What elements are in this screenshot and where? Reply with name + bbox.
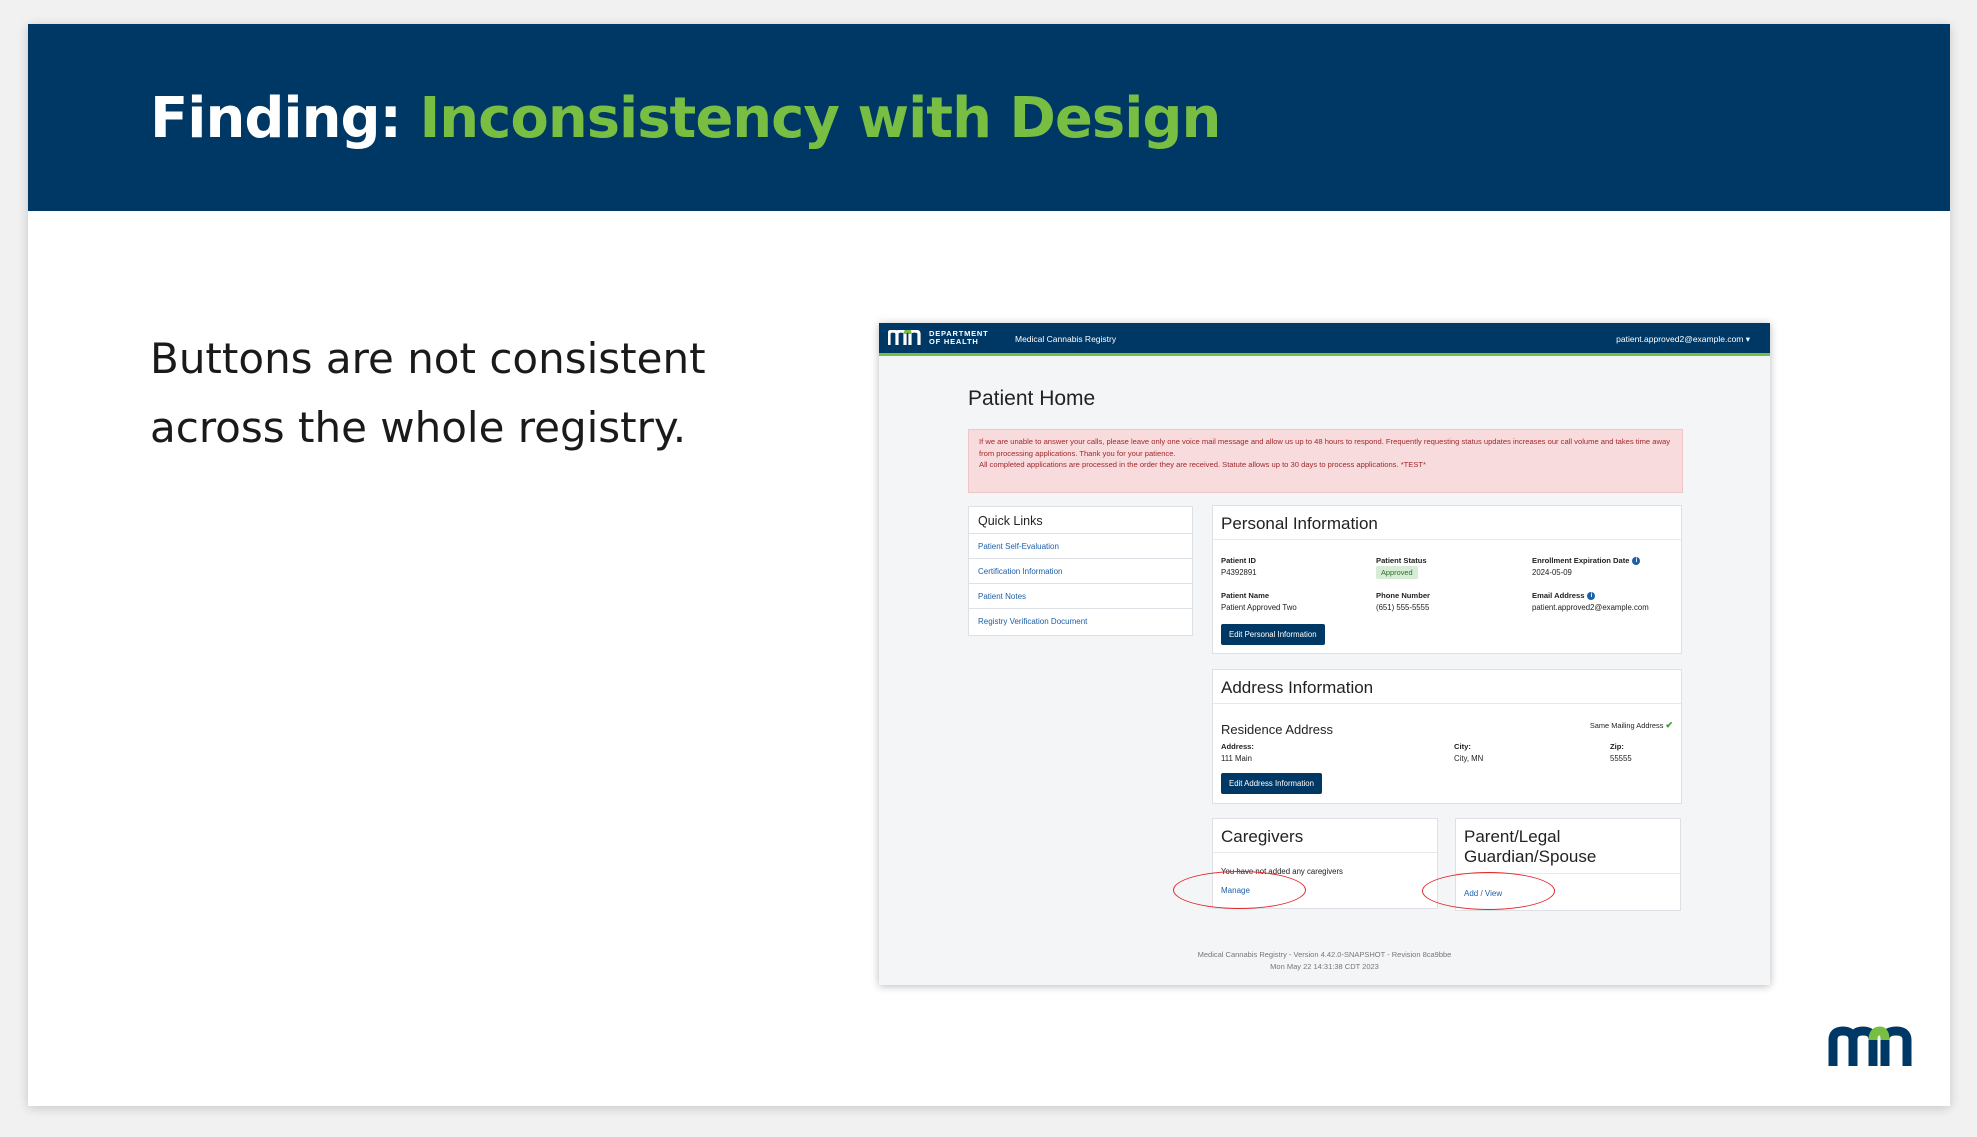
personal-information-title: Personal Information [1221,514,1378,533]
edit-personal-information-button[interactable]: Edit Personal Information [1221,624,1325,645]
alert-line-1: If we are unable to answer your calls, p… [979,437,1670,458]
notice-alert: If we are unable to answer your calls, p… [968,429,1683,493]
card-divider [1213,703,1681,704]
patient-id-label: Patient ID [1221,556,1257,565]
info-icon[interactable]: i [1587,592,1596,600]
quick-link-self-evaluation[interactable]: Patient Self-Evaluation [969,533,1192,559]
quick-link-verification-document[interactable]: Registry Verification Document [969,608,1192,634]
city-value: City, MN [1454,754,1484,763]
phone-number-value: (651) 555-5555 [1376,603,1430,612]
patient-id-value: P4392891 [1221,568,1257,577]
app-name[interactable]: Medical Cannabis Registry [1015,334,1116,344]
user-menu-dropdown[interactable]: patient.approved2@example.com ▾ [1616,334,1750,345]
info-icon[interactable]: i [1632,557,1641,565]
phone-number-label: Phone Number [1376,591,1431,600]
mn-logo-icon[interactable] [888,330,924,346]
card-divider [1213,539,1681,540]
slide-body-text: Buttons are not consistent across the wh… [150,324,710,462]
same-mailing-address: Same Mailing Address ✔ [1589,720,1673,730]
footer-timestamp: Mon May 22 14:31:38 CDT 2023 [1270,962,1379,971]
slide-title-prefix: Finding: [150,86,402,151]
slide-title: Finding: Inconsistency with Design [150,86,1221,151]
annotation-ellipse-manage [1173,871,1306,909]
annotation-ellipse-add-view [1422,872,1555,910]
top-navbar: DEPARTMENT OF HEALTH Medical Cannabis Re… [879,323,1770,356]
address-value: 111 Main [1221,754,1252,763]
caregivers-title: Caregivers [1221,827,1304,846]
slide-title-highlight: Inconsistency with Design [419,86,1221,151]
slide-header: Finding: Inconsistency with Design [28,24,1950,211]
app-footer: Medical Cannabis Registry - Version 4.42… [879,949,1770,973]
mn-logo-icon [1828,1026,1912,1066]
patient-name-label: Patient Name [1221,591,1270,600]
slide: Finding: Inconsistency with Design Butto… [28,24,1950,1106]
expiration-date-value: 2024-05-09 [1532,568,1572,577]
patient-status-label: Patient Status [1376,556,1427,565]
email-address-label: Email Address i [1532,591,1596,600]
guardian-title: Parent/Legal Guardian/Spouse [1464,827,1597,866]
quick-links-card: Quick Links Patient Self-Evaluation Cert… [968,506,1193,636]
card-divider [1213,852,1437,853]
email-address-value: patient.approved2@example.com [1532,603,1649,612]
patient-name-value: Patient Approved Two [1221,603,1297,612]
footer-version: Medical Cannabis Registry - Version 4.42… [1197,950,1452,959]
address-information-title: Address Information [1221,678,1374,697]
quick-links-title: Quick Links [978,514,1043,528]
residence-address-title: Residence Address [1221,722,1334,737]
department-of-health-wordmark: DEPARTMENT OF HEALTH [929,329,989,346]
city-label: City: [1454,742,1471,751]
zip-label: Zip: [1610,742,1624,751]
quick-link-patient-notes[interactable]: Patient Notes [969,583,1192,609]
alert-line-2: All completed applications are processed… [979,460,1427,469]
checkmark-icon: ✔ [1665,720,1673,730]
edit-address-information-button[interactable]: Edit Address Information [1221,773,1322,794]
body-line-1: Buttons are not consistent [150,334,706,383]
address-information-card: Address Information Residence Address Sa… [1212,669,1682,804]
registry-screenshot: DEPARTMENT OF HEALTH Medical Cannabis Re… [879,323,1770,985]
quick-link-certification[interactable]: Certification Information [969,558,1192,584]
address-label: Address: [1221,742,1254,751]
page-title: Patient Home [968,387,1096,410]
patient-status-badge: Approved [1376,566,1418,579]
body-line-2: across the whole registry. [150,403,687,452]
expiration-date-label: Enrollment Expiration Date i [1532,556,1641,565]
zip-value: 55555 [1610,754,1632,763]
personal-information-card: Personal Information Patient ID P4392891… [1212,505,1682,654]
